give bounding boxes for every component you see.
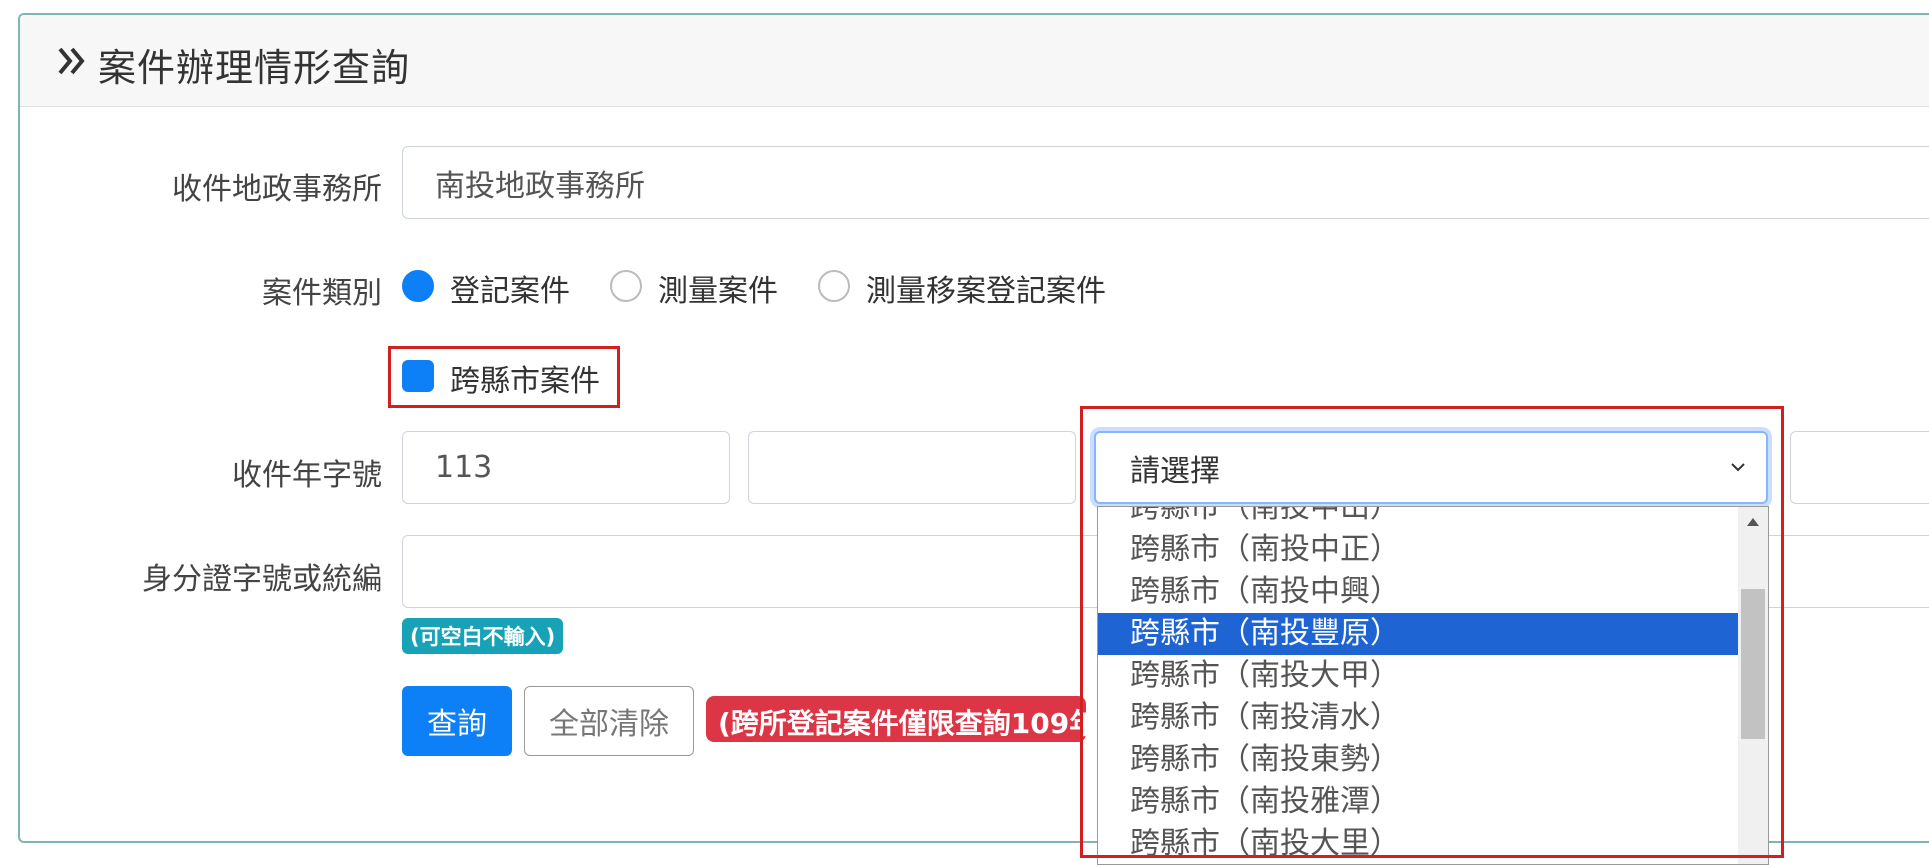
double-chevron-right-icon	[58, 47, 85, 75]
optional-badge: (可空白不輸入)	[402, 618, 564, 654]
office-field[interactable]: 南投地政事務所	[402, 146, 1929, 219]
id-label: 身分證字號或統編	[142, 562, 382, 597]
radio-survey[interactable]	[610, 270, 642, 302]
radio-survey-transfer[interactable]	[818, 270, 850, 302]
cross-office-note: (跨所登記案件僅限查詢109年	[706, 696, 1086, 742]
number-input[interactable]	[1790, 431, 1929, 504]
highlight-box-dropdown	[1080, 406, 1784, 858]
case-type-label: 案件類別	[262, 276, 382, 311]
office-value: 南投地政事務所	[435, 168, 645, 204]
radio-survey-transfer-label[interactable]: 測量移案登記案件	[866, 266, 1106, 310]
query-button[interactable]: 查詢	[402, 686, 512, 756]
radio-registration[interactable]	[402, 270, 434, 302]
cross-county-checkbox[interactable]	[402, 360, 434, 392]
year-value: 113	[435, 450, 493, 485]
office-label: 收件地政事務所	[172, 172, 382, 207]
radio-registration-label[interactable]: 登記案件	[450, 266, 570, 310]
page-title: 案件辦理情形查詢	[98, 46, 411, 90]
year-input[interactable]: 113	[402, 431, 730, 504]
radio-survey-label[interactable]: 測量案件	[658, 266, 778, 310]
card-header: 案件辦理情形查詢	[20, 15, 1929, 107]
cross-county-label[interactable]: 跨縣市案件	[450, 356, 600, 400]
word-input[interactable]	[748, 431, 1076, 504]
clear-all-button[interactable]: 全部清除	[524, 686, 694, 756]
year-no-label: 收件年字號	[232, 458, 382, 493]
